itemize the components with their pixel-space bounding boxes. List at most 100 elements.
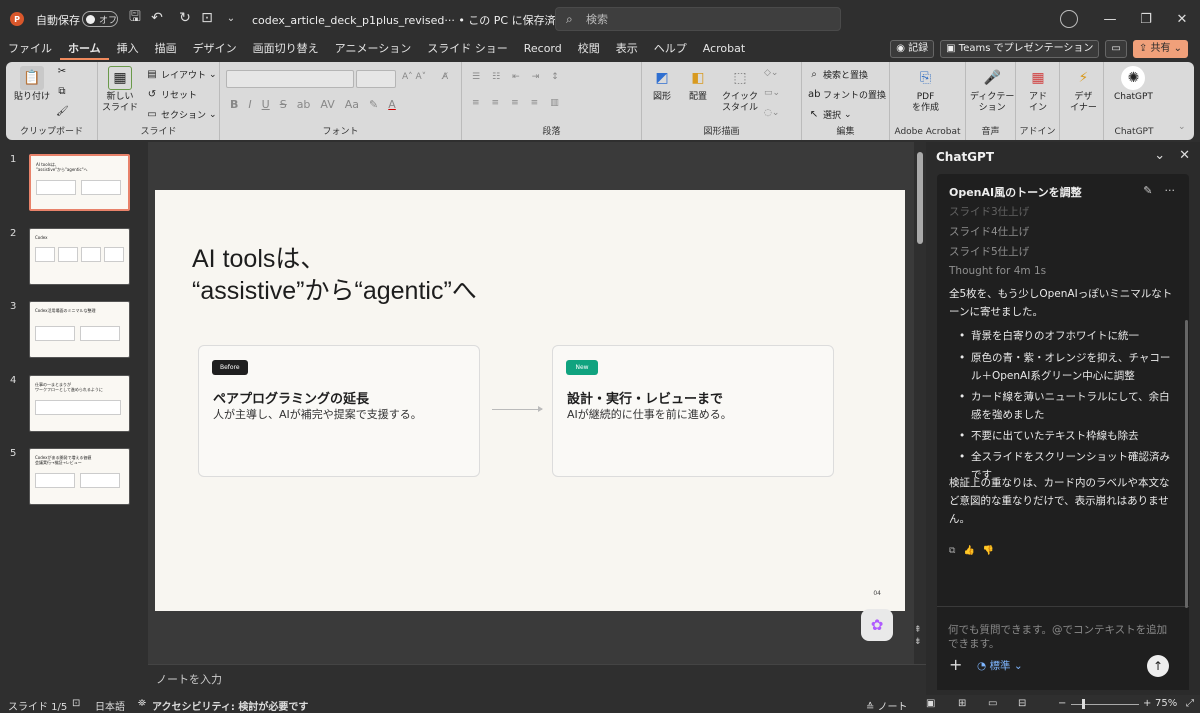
align-center-icon[interactable]: ≡ <box>492 98 500 108</box>
collapse-ribbon-icon[interactable]: ⌄ <box>1178 122 1186 132</box>
send-button[interactable]: ↑ <box>1147 655 1169 677</box>
comments-button[interactable]: ▭ <box>1105 40 1127 58</box>
slide-title[interactable]: AI toolsは、 “assistive”から“agentic”へ <box>192 243 477 307</box>
font-family-select[interactable] <box>226 70 354 88</box>
copy-icon[interactable]: ⧉ <box>56 86 68 98</box>
char-spacing-button[interactable]: AV <box>320 98 334 111</box>
save-icon[interactable]: 🖫 <box>126 9 144 27</box>
slide-thumbnail[interactable]: AI toolsは、 "assistive"から"agentic"へ <box>29 154 130 211</box>
share-button[interactable]: ⇪ 共有 ⌄ <box>1132 40 1188 58</box>
slide-thumbnail[interactable]: 仕事の一まとまりが ワークフローとして進められるように <box>29 375 130 432</box>
normal-view-icon[interactable]: ▣ <box>926 698 935 709</box>
language-indicator[interactable]: 日本語 <box>95 698 125 713</box>
slide-thumbnail[interactable]: Codexがある開発で増える価値 会議実行→検証→レビュー <box>29 448 130 505</box>
bold-button[interactable]: B <box>230 98 238 111</box>
close-button[interactable]: ✕ <box>1164 0 1200 38</box>
reset-button[interactable]: ↺ リセット <box>146 88 197 102</box>
strikethrough-button[interactable]: S <box>280 98 287 111</box>
chevron-down-icon[interactable]: ⌄ <box>1154 148 1165 163</box>
cut-icon[interactable]: ✂ <box>56 66 68 78</box>
teams-present-button[interactable]: ▣ Teams でプレゼンテーション <box>940 40 1100 58</box>
present-icon[interactable]: ⊡ <box>198 9 216 27</box>
underline-button[interactable]: U <box>262 98 270 111</box>
thumbs-up-icon[interactable]: 👍 <box>963 546 974 556</box>
close-icon[interactable]: ✕ <box>1179 148 1190 163</box>
spellcheck-icon[interactable]: ⊡ <box>72 698 80 709</box>
tab-12[interactable]: Acrobat <box>695 38 753 60</box>
change-case-button[interactable]: Aa <box>345 98 359 111</box>
thumbs-down-icon[interactable]: 👎 <box>983 546 994 556</box>
add-context-button[interactable]: + <box>949 655 962 674</box>
highlight-icon[interactable]: ✎ <box>369 98 378 111</box>
create-pdf-button[interactable]: ⎘ PDF を作成 <box>912 66 939 114</box>
notes-pane[interactable]: ノートを入力 <box>148 664 926 694</box>
new-slide-button[interactable]: ▦ 新しい スライド <box>102 66 138 114</box>
zoom-slider-thumb[interactable] <box>1082 699 1085 709</box>
columns-icon[interactable]: ▥ <box>550 98 559 108</box>
accessibility-status[interactable]: アクセシビリティ: 検討が必要です <box>152 698 308 713</box>
tab-1[interactable]: ホーム <box>60 38 109 60</box>
notes-toggle[interactable]: ≙ ノート <box>866 698 908 713</box>
more-icon[interactable]: ··· <box>1165 184 1176 197</box>
before-card[interactable]: Before ペアプログラミングの延長 人が主導し、AIが補完や提案で支援する。 <box>198 345 480 477</box>
quick-styles-button[interactable]: ⬚ クイック スタイル <box>722 66 758 114</box>
numbering-icon[interactable]: ☷ <box>492 72 500 82</box>
search-input[interactable]: ⌕ 検索 <box>555 7 841 31</box>
minimize-button[interactable]: — <box>1092 0 1128 38</box>
align-right-icon[interactable]: ≡ <box>511 98 519 108</box>
chatgpt-button[interactable]: ✺ ChatGPT <box>1114 66 1153 103</box>
tab-4[interactable]: デザイン <box>185 38 245 60</box>
slide-thumbnail[interactable]: Codex活用場面のミニマルな整理 <box>29 301 130 358</box>
chat-input[interactable]: 何でも質問できます。@でコンテキストを追加できます。 + ◔ 標準 ⌄ ↑ <box>937 606 1189 690</box>
zoom-level[interactable]: 75% <box>1155 698 1177 709</box>
justify-icon[interactable]: ≡ <box>531 98 539 108</box>
tab-7[interactable]: スライド ショー <box>419 38 516 60</box>
model-mode-select[interactable]: ◔ 標準 ⌄ <box>977 658 1023 673</box>
slide-sorter-icon[interactable]: ⊞ <box>958 698 966 709</box>
record-button[interactable]: ◉ 記録 <box>890 40 935 58</box>
account-avatar[interactable] <box>1060 10 1078 28</box>
dictate-button[interactable]: 🎤 ディクテー ション <box>970 66 1014 114</box>
increase-indent-icon[interactable]: ⇥ <box>532 72 540 82</box>
tab-5[interactable]: 画面切り替え <box>245 38 327 60</box>
tab-10[interactable]: 表示 <box>608 38 646 60</box>
tab-0[interactable]: ファイル <box>0 38 60 60</box>
reading-view-icon[interactable]: ▭ <box>988 698 997 709</box>
designer-button[interactable]: ⚡ デザ イナー <box>1070 66 1097 114</box>
shape-effects-icon[interactable]: ◌⌄ <box>764 108 779 118</box>
autosave-toggle[interactable]: オフ <box>82 11 118 27</box>
tab-3[interactable]: 描画 <box>147 38 185 60</box>
paste-button[interactable]: 📋 貼り付け <box>14 66 50 103</box>
shape-outline-icon[interactable]: ▭⌄ <box>764 88 780 98</box>
tab-6[interactable]: アニメーション <box>327 38 420 60</box>
zoom-out-button[interactable]: − <box>1058 698 1066 709</box>
undo-icon[interactable]: ↶ <box>148 9 166 27</box>
shapes-button[interactable]: ◩ 図形 <box>650 66 674 103</box>
accessibility-icon[interactable]: ⛯ <box>138 698 146 709</box>
font-size-select[interactable] <box>356 70 396 88</box>
format-painter-icon[interactable]: 🖌 <box>56 106 69 118</box>
slideshow-icon[interactable]: ⊟ <box>1018 698 1026 709</box>
italic-button[interactable]: I <box>248 98 251 111</box>
line-spacing-icon[interactable]: ↕ <box>551 72 559 82</box>
align-left-icon[interactable]: ≡ <box>472 98 480 108</box>
slide-nav-arrows[interactable]: ⇞ ⇟ <box>914 625 922 647</box>
font-size-increase-icon[interactable]: A˄ A˅ <box>402 72 426 82</box>
font-color-button[interactable]: A <box>388 98 396 111</box>
font-replace-button[interactable]: ab フォントの置換 <box>808 88 886 102</box>
clear-format-icon[interactable]: A̸ <box>442 72 448 82</box>
fit-to-window-icon[interactable]: ⤢ <box>1186 698 1194 709</box>
copy-icon[interactable]: ⧉ <box>949 546 955 556</box>
arrange-button[interactable]: ◧ 配置 <box>686 66 710 103</box>
zoom-in-button[interactable]: + <box>1143 698 1151 709</box>
shadow-button[interactable]: ab <box>297 98 311 111</box>
layout-button[interactable]: ▤ レイアウト ⌄ <box>146 68 216 82</box>
tab-9[interactable]: 校閲 <box>570 38 608 60</box>
restore-button[interactable]: ❐ <box>1128 0 1164 38</box>
select-button[interactable]: ↖ 選択 ⌄ <box>808 108 852 122</box>
customize-toolbar-icon[interactable]: ⌄ <box>222 9 240 27</box>
find-replace-button[interactable]: ⌕ 検索と置換 <box>808 68 868 82</box>
document-title[interactable]: codex_article_deck_p1plus_revised··· • こ… <box>252 12 579 28</box>
tab-8[interactable]: Record <box>516 38 570 60</box>
shape-fill-icon[interactable]: ◇⌄ <box>764 68 778 78</box>
